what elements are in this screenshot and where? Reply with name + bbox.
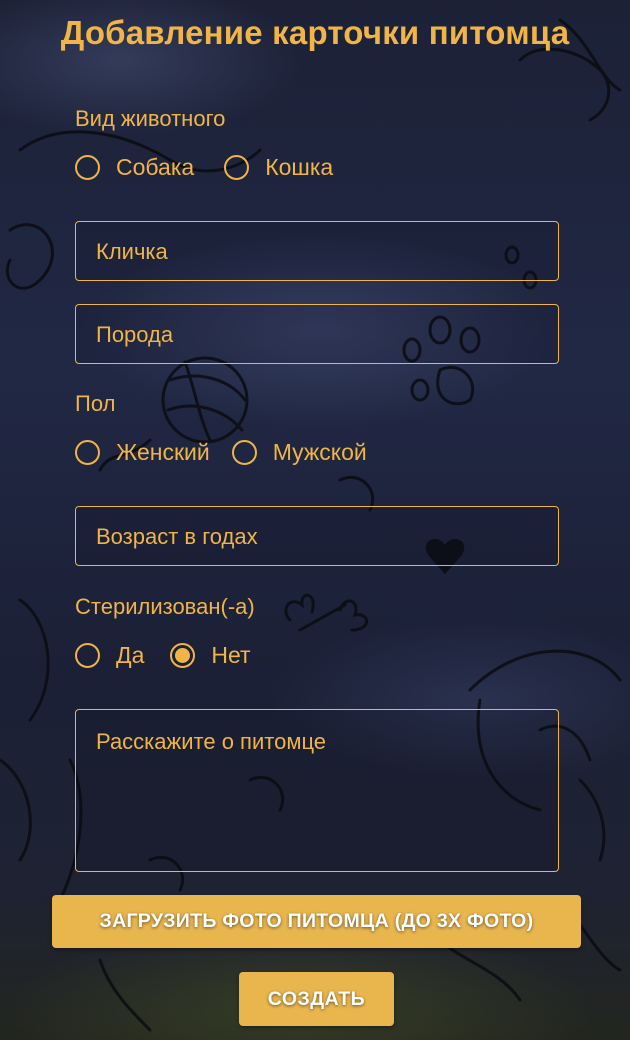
sex-label: Пол xyxy=(75,391,116,416)
age-placeholder: Возраст в годах xyxy=(96,524,258,549)
species-label: Вид животного xyxy=(75,106,226,131)
create-button[interactable]: Создать xyxy=(239,972,394,1026)
about-placeholder: Расскажите о питомце xyxy=(96,729,327,754)
radio-button-no[interactable] xyxy=(170,642,196,668)
radio-button-dog[interactable] xyxy=(75,154,100,180)
name-input[interactable]: Кличка xyxy=(75,221,559,281)
species-option-dog[interactable]: Собака xyxy=(75,154,194,181)
radio-label-yes: Да xyxy=(116,641,145,668)
upload-photos-button[interactable]: Загрузить фото питомца (до 3х фото) xyxy=(52,895,581,948)
radio-label-no: Нет xyxy=(211,641,251,668)
breed-input[interactable]: Порода xyxy=(75,304,559,364)
sex-option-male[interactable]: Мужской xyxy=(231,438,367,466)
breed-placeholder: Порода xyxy=(96,322,174,347)
sex-option-female[interactable]: Женский xyxy=(75,439,210,466)
radio-button-male[interactable] xyxy=(231,439,257,465)
name-placeholder: Кличка xyxy=(96,239,168,264)
radio-selected-dot xyxy=(175,647,191,663)
species-radio-group: Собака Кошка xyxy=(75,151,349,183)
radio-label-male: Мужской xyxy=(272,438,367,465)
sterilized-option-no[interactable]: Нет xyxy=(170,641,251,669)
radio-label-dog: Собака xyxy=(116,153,195,180)
sterilized-option-yes[interactable]: Да xyxy=(75,642,144,669)
radio-label-cat: Кошка xyxy=(265,153,334,180)
sterilized-radio-group: Да Нет xyxy=(75,639,267,671)
radio-button-yes[interactable] xyxy=(75,642,100,668)
species-option-cat[interactable]: Кошка xyxy=(224,154,333,181)
age-input[interactable]: Возраст в годах xyxy=(75,506,559,566)
sterilized-label: Стерилизован(-а) xyxy=(75,594,255,619)
about-textarea[interactable]: Расскажите о питомце xyxy=(75,709,559,872)
radio-label-female: Женский xyxy=(116,438,210,465)
page-title: Добавление карточки питомца xyxy=(60,14,570,51)
radio-button-female[interactable] xyxy=(75,439,100,465)
sex-radio-group: Женский Мужской xyxy=(75,436,383,468)
radio-button-cat[interactable] xyxy=(224,154,250,180)
